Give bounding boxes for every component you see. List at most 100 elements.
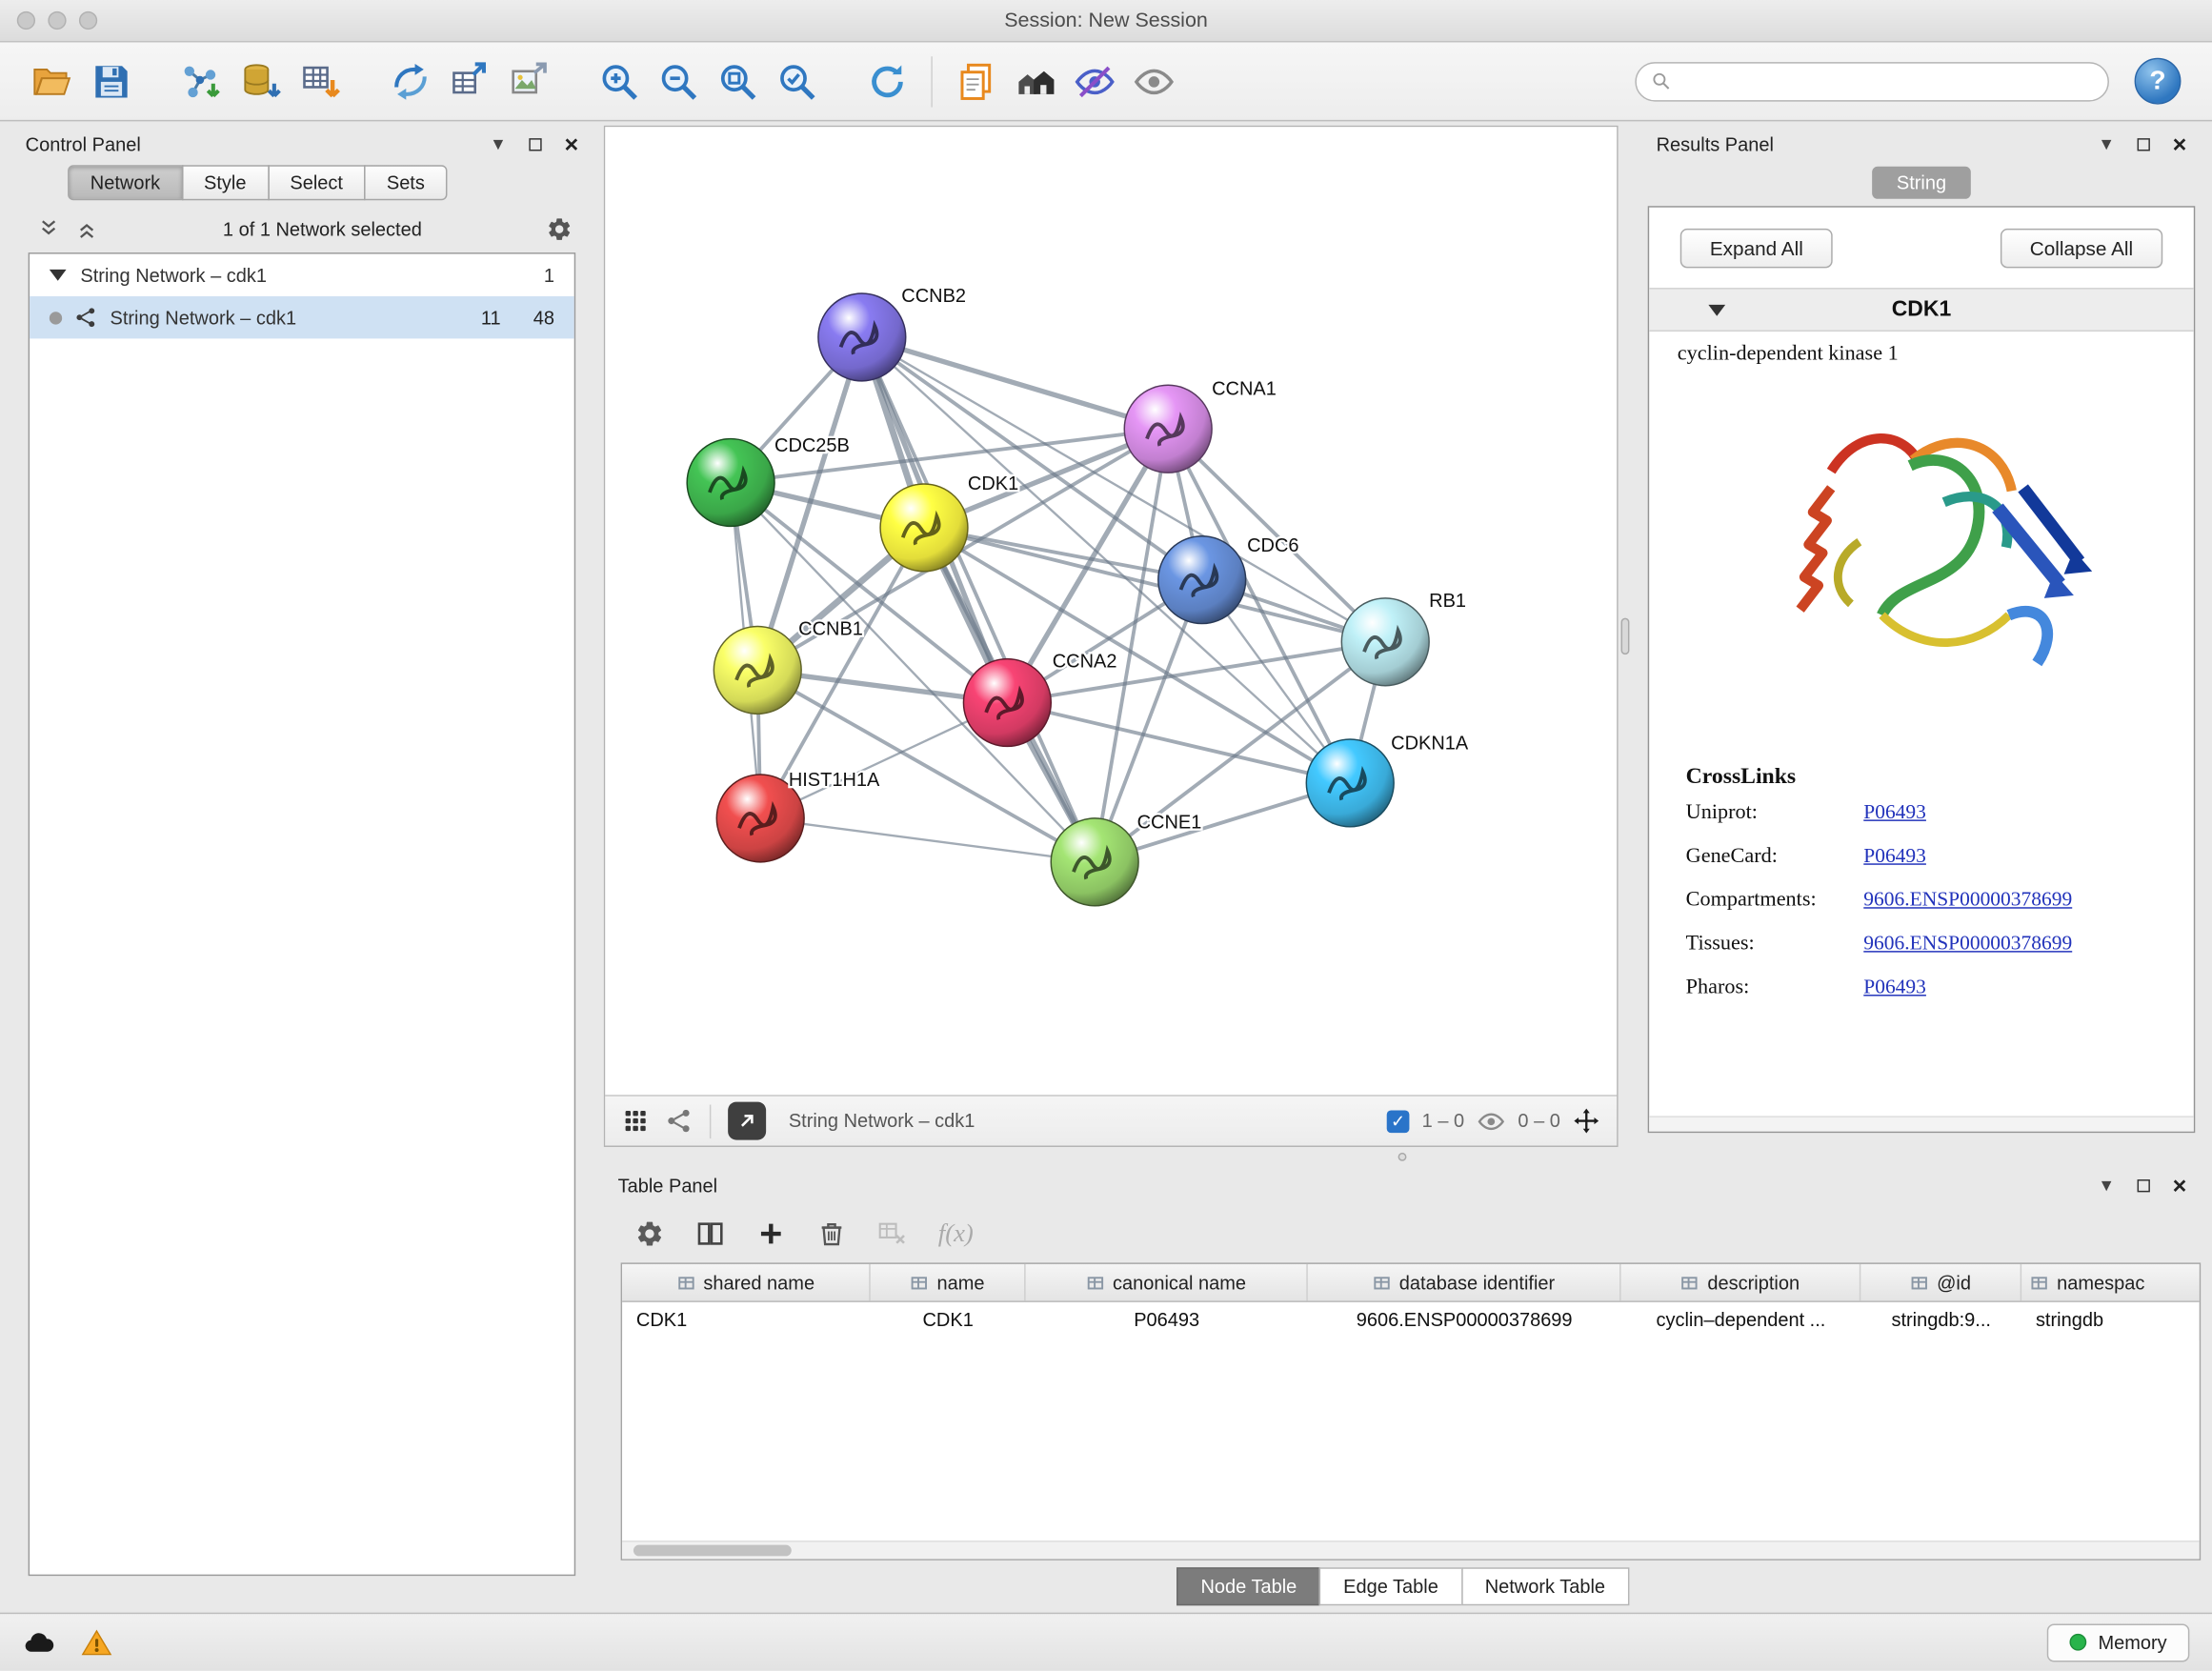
tab-select[interactable]: Select (268, 165, 366, 200)
memory-button[interactable]: Memory (2047, 1623, 2189, 1661)
tab-edge-table[interactable]: Edge Table (1319, 1567, 1462, 1605)
results-maximize-icon[interactable] (2138, 137, 2150, 150)
scrollbar-thumb[interactable] (633, 1545, 792, 1557)
expand-all-button[interactable]: Expand All (1680, 229, 1833, 268)
zoom-in-button[interactable] (590, 51, 649, 111)
network-options-gear-icon[interactable] (546, 216, 573, 243)
network-node-ccna2[interactable] (963, 659, 1051, 747)
gene-section-header[interactable]: CDK1 (1649, 288, 2194, 332)
crosslink-label: Pharos: (1686, 976, 1864, 1000)
detach-view-button[interactable] (728, 1102, 766, 1140)
network-overview-icon[interactable] (666, 1108, 693, 1135)
panel-float-icon[interactable]: ▼ (490, 134, 507, 154)
zoom-out-button[interactable] (649, 51, 708, 111)
network-edge[interactable] (760, 818, 1095, 862)
pharos-link[interactable]: P06493 (1863, 976, 2162, 1000)
table-float-icon[interactable]: ▼ (2098, 1176, 2115, 1196)
string-tab[interactable]: String (1873, 167, 1971, 199)
network-collection-row[interactable]: String Network – cdk1 1 (30, 254, 574, 296)
cell-shared-name[interactable]: CDK1 (622, 1302, 871, 1340)
add-column-icon[interactable] (756, 1218, 786, 1248)
uniprot-link[interactable]: P06493 (1863, 801, 2162, 825)
delete-column-icon[interactable] (816, 1218, 846, 1248)
cell-id[interactable]: stringdb:9... (1860, 1302, 2021, 1340)
compartments-link[interactable]: 9606.ENSP00000378699 (1863, 889, 2162, 913)
horizontal-splitter[interactable] (604, 1147, 2201, 1167)
export-image-button[interactable] (499, 51, 558, 111)
tab-network[interactable]: Network (68, 165, 183, 200)
column-header[interactable]: @id (1860, 1264, 2021, 1301)
search-input[interactable] (1680, 70, 2094, 91)
panel-close-icon[interactable]: × (564, 131, 578, 155)
cell-namespace[interactable]: stringdb (2021, 1302, 2200, 1340)
new-network-button[interactable] (381, 51, 440, 111)
network-canvas[interactable]: CCNB2CCNA1CDC25BCDK1CDC6RB1CCNB1CCNA2CDK… (605, 127, 1617, 1095)
network-row-selected[interactable]: String Network – cdk1 11 48 (30, 296, 574, 338)
panel-maximize-icon[interactable] (529, 137, 541, 150)
refresh-icon (866, 60, 908, 102)
genecard-link[interactable]: P06493 (1863, 845, 2162, 869)
warning-icon[interactable] (80, 1626, 112, 1659)
column-header[interactable]: canonical name (1026, 1264, 1308, 1301)
help-button[interactable]: ? (2135, 58, 2182, 105)
table-maximize-icon[interactable] (2138, 1178, 2150, 1191)
vertical-splitter[interactable] (1619, 126, 1631, 1147)
export-table-button[interactable] (440, 51, 499, 111)
tab-style[interactable]: Style (181, 165, 269, 200)
cell-description[interactable]: cyclin–dependent ... (1621, 1302, 1861, 1340)
column-header[interactable]: description (1621, 1264, 1861, 1301)
network-node-ccnb1[interactable] (714, 627, 801, 715)
table-horizontal-scrollbar[interactable] (622, 1540, 2200, 1559)
network-node-cdc6[interactable] (1158, 536, 1246, 624)
collapse-all-icon[interactable] (74, 217, 98, 241)
cloud-icon[interactable] (23, 1626, 55, 1659)
show-columns-icon[interactable] (695, 1218, 725, 1248)
cell-name[interactable]: CDK1 (871, 1302, 1026, 1340)
zoom-fit-button[interactable] (708, 51, 767, 111)
network-node-ccnb2[interactable] (818, 293, 906, 381)
move-crosshair-icon[interactable] (1573, 1108, 1599, 1135)
import-network-database-button[interactable] (231, 51, 291, 111)
network-edge[interactable] (1007, 702, 1350, 782)
import-network-file-button[interactable] (172, 51, 231, 111)
tab-node-table[interactable]: Node Table (1176, 1567, 1320, 1605)
collapse-all-button[interactable]: Collapse All (2001, 229, 2163, 268)
network-node-cdkn1a[interactable] (1306, 739, 1394, 827)
import-table-button[interactable] (291, 51, 350, 111)
network-node-rb1[interactable] (1341, 598, 1429, 686)
network-edge[interactable] (862, 337, 1095, 862)
tissues-link[interactable]: 9606.ENSP00000378699 (1863, 933, 2162, 956)
column-header[interactable]: name (871, 1264, 1026, 1301)
network-node-ccne1[interactable] (1051, 818, 1138, 906)
open-file-button[interactable] (23, 51, 82, 111)
collapse-triangle-icon[interactable] (50, 270, 67, 281)
network-node-cdk1[interactable] (880, 484, 968, 572)
column-header[interactable]: namespac (2021, 1264, 2200, 1301)
network-edge[interactable] (862, 337, 1168, 429)
show-selected-button[interactable] (1124, 51, 1183, 111)
birds-eye-view-icon[interactable] (622, 1108, 649, 1135)
cell-database-identifier[interactable]: 9606.ENSP00000378699 (1308, 1302, 1621, 1340)
column-header[interactable]: database identifier (1308, 1264, 1621, 1301)
results-float-icon[interactable]: ▼ (2098, 134, 2115, 154)
network-node-cdc25b[interactable] (687, 439, 774, 527)
save-session-button[interactable] (82, 51, 141, 111)
results-close-icon[interactable]: × (2173, 131, 2187, 155)
selected-checkbox-icon[interactable]: ✓ (1387, 1110, 1410, 1133)
column-icon (910, 1274, 928, 1292)
hide-selected-button[interactable] (1065, 51, 1124, 111)
tab-sets[interactable]: Sets (364, 165, 447, 200)
cell-canonical-name[interactable]: P06493 (1026, 1302, 1308, 1340)
refresh-button[interactable] (857, 51, 916, 111)
tab-network-table[interactable]: Network Table (1461, 1567, 1630, 1605)
network-node-ccna1[interactable] (1124, 385, 1212, 473)
zoom-selected-button[interactable] (768, 51, 827, 111)
table-options-gear-icon[interactable] (634, 1218, 664, 1248)
table-close-icon[interactable]: × (2173, 1173, 2187, 1197)
show-panels-button[interactable] (1006, 51, 1065, 111)
expand-all-icon[interactable] (37, 217, 61, 241)
results-scrollbar[interactable] (1649, 1116, 2194, 1131)
table-row[interactable]: CDK1 CDK1 P06493 9606.ENSP00000378699 cy… (622, 1302, 2200, 1340)
column-header[interactable]: shared name (622, 1264, 871, 1301)
document-copy-button[interactable] (947, 51, 1006, 111)
